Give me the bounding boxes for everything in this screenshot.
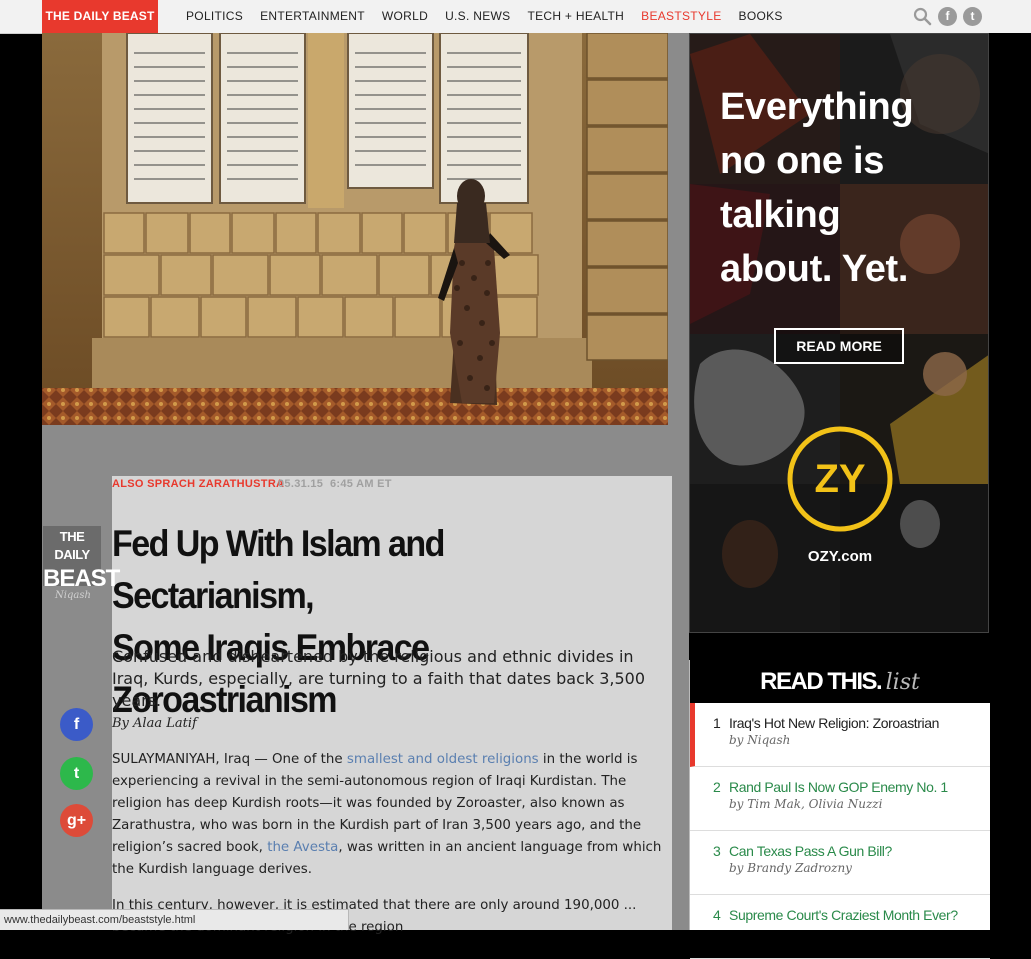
list-item-number: 2 bbox=[713, 779, 721, 795]
article-date-value: 05.31.15 bbox=[278, 478, 324, 490]
paragraph-text: SULAYMANIYAH, Iraq — One of the bbox=[112, 752, 347, 767]
nav-item-politics[interactable]: POLITICS bbox=[186, 0, 243, 33]
nav-item-books[interactable]: BOOKS bbox=[739, 0, 783, 33]
article-byline[interactable]: By Alaa Latif bbox=[112, 716, 197, 731]
hero-photo bbox=[42, 33, 668, 425]
googleplus-share-icon[interactable]: g+ bbox=[60, 804, 93, 837]
list-item-byline: by Niqash bbox=[729, 733, 791, 747]
ad-url: OZY.com bbox=[807, 548, 873, 565]
list-item[interactable]: 3 Can Texas Pass A Gun Bill? by Brandy Z… bbox=[690, 831, 990, 895]
article-date: 05.31.15 6:45 AM ET bbox=[278, 478, 392, 490]
ad-headline-line: about. Yet. bbox=[720, 248, 909, 290]
ad-headline-line: no one is bbox=[720, 140, 885, 182]
site-logo[interactable]: THE DAILY BEAST bbox=[42, 0, 158, 33]
twitter-icon[interactable]: t bbox=[963, 7, 982, 26]
list-item-number: 3 bbox=[713, 843, 721, 859]
ad-headline-line: Everything bbox=[720, 86, 914, 128]
nav-menu: POLITICS ENTERTAINMENT WORLD U.S. NEWS T… bbox=[186, 0, 800, 33]
list-item[interactable]: 1 Iraq's Hot New Religion: Zoroastrian b… bbox=[690, 703, 990, 767]
read-this-title: READ THIS. bbox=[760, 668, 883, 695]
nav-item-tech-health[interactable]: TECH + HEALTH bbox=[527, 0, 624, 33]
list-item-title[interactable]: Supreme Court's Craziest Month Ever? bbox=[729, 907, 990, 923]
ad-headline: Everything no one is talking about. Yet. bbox=[720, 80, 914, 296]
headline-line-1: Fed Up With Islam and Sectarianism, bbox=[112, 523, 445, 616]
nav-item-world[interactable]: WORLD bbox=[382, 0, 428, 33]
search-icon[interactable] bbox=[913, 7, 932, 26]
list-item[interactable]: 4 Supreme Court's Craziest Month Ever? bbox=[690, 895, 990, 959]
ad-read-more-button[interactable]: READ MORE bbox=[774, 328, 904, 364]
hero-photo-illustration bbox=[42, 33, 668, 425]
list-item-byline: by Brandy Zadrozny bbox=[729, 861, 852, 875]
article-category-tag[interactable]: ALSO SPRACH ZARATHUSTRA bbox=[112, 478, 284, 490]
link-smallest-oldest-religions[interactable]: smallest and oldest religions bbox=[347, 752, 539, 767]
list-item-title[interactable]: Can Texas Pass A Gun Bill? bbox=[729, 843, 990, 859]
list-item-byline: by Tim Mak, Olivia Nuzzi bbox=[729, 797, 883, 811]
nav-item-entertainment[interactable]: ENTERTAINMENT bbox=[260, 0, 365, 33]
nav-item-us-news[interactable]: U.S. NEWS bbox=[445, 0, 510, 33]
article-dek: Confused and disheartened by the religio… bbox=[112, 647, 646, 710]
right-margin bbox=[989, 33, 1031, 930]
ad-headline-line: talking bbox=[720, 194, 841, 236]
facebook-icon[interactable]: f bbox=[938, 7, 957, 26]
source-badge: THE DAILY BEAST Niqash bbox=[43, 526, 120, 612]
twitter-share-icon[interactable]: t bbox=[60, 757, 93, 790]
ozy-logo: ZY bbox=[814, 457, 866, 501]
read-this-title-suffix: list bbox=[885, 670, 920, 695]
facebook-share-icon[interactable]: f bbox=[60, 708, 93, 741]
browser-status-bar: www.thedailybeast.com/beaststyle.html bbox=[0, 909, 349, 930]
list-item-number: 4 bbox=[713, 907, 721, 923]
list-item-title[interactable]: Iraq's Hot New Religion: Zoroastrian bbox=[729, 715, 990, 731]
read-this-list: READ THIS. list 1 Iraq's Hot New Religio… bbox=[689, 660, 990, 959]
ozy-advertisement[interactable]: Everything no one is talking about. Yet.… bbox=[689, 33, 989, 633]
daily-beast-badge-logo: THE DAILY BEAST bbox=[43, 526, 120, 592]
article-time-value: 6:45 AM ET bbox=[329, 478, 392, 490]
nav-icons: f t bbox=[913, 7, 982, 26]
list-item-title[interactable]: Rand Paul Is Now GOP Enemy No. 1 bbox=[729, 779, 990, 795]
top-navigation-bar: THE DAILY BEAST POLITICS ENTERTAINMENT W… bbox=[0, 0, 1031, 34]
list-item-number: 1 bbox=[713, 715, 721, 731]
badge-line1: THE DAILY bbox=[54, 529, 90, 562]
read-this-header: READ THIS. list bbox=[690, 660, 990, 703]
article-paragraph-1: SULAYMANIYAH, Iraq — One of the smallest… bbox=[112, 749, 674, 881]
nav-item-beaststyle[interactable]: BEASTSTYLE bbox=[641, 0, 721, 33]
list-item[interactable]: 2 Rand Paul Is Now GOP Enemy No. 1 by Ti… bbox=[690, 767, 990, 831]
link-the-avesta[interactable]: the Avesta bbox=[267, 840, 338, 855]
